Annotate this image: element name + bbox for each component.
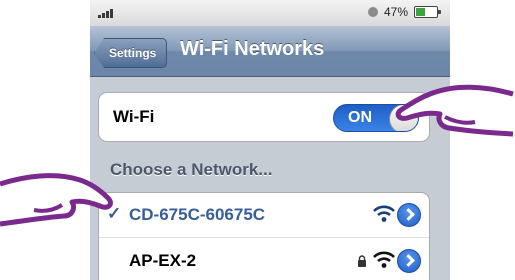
status-bar: 47%	[90, 0, 450, 26]
battery-percent: 47%	[383, 5, 408, 19]
settings-back-button[interactable]: Settings	[94, 38, 168, 68]
network-list: ✓ CD-675C-60675C AP-EX-2	[98, 192, 430, 280]
network-row-selected[interactable]: ✓ CD-675C-60675C	[99, 193, 429, 238]
section-header: Choose a Network...	[110, 160, 273, 179]
wifi-toggle-group: Wi-Fi ON	[98, 92, 430, 142]
navigation-bar: Settings Wi-Fi Networks	[90, 26, 450, 77]
disclosure-icon[interactable]	[397, 249, 421, 273]
wifi-toggle-state: ON	[348, 109, 372, 126]
orientation-lock-icon	[367, 7, 378, 17]
wifi-icon	[373, 205, 395, 222]
pointing-hand-icon	[0, 173, 113, 227]
battery-icon	[414, 6, 441, 18]
signal-strength-icon	[98, 8, 120, 18]
battery-fill	[416, 8, 426, 16]
wifi-icon	[373, 251, 395, 268]
lock-icon	[358, 255, 366, 267]
page-title: Wi-Fi Networks	[180, 38, 325, 60]
network-name: CD-675C-60675C	[129, 205, 266, 224]
wifi-label: Wi-Fi	[113, 107, 155, 126]
pointing-hand-icon	[395, 84, 514, 137]
network-name: AP-EX-2	[129, 251, 197, 270]
network-row[interactable]: AP-EX-2	[99, 239, 429, 280]
disclosure-icon[interactable]	[397, 203, 421, 227]
